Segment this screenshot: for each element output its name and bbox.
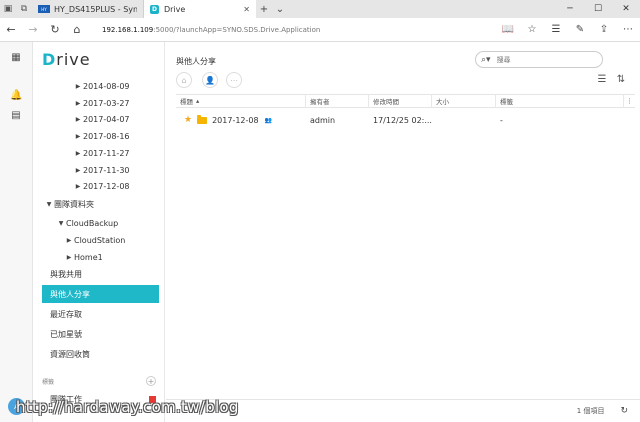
search-box[interactable]: ⌕▾ bbox=[475, 51, 603, 68]
more-actions-button[interactable]: ⋯ bbox=[226, 72, 242, 88]
tab-manager-icon[interactable]: ▣ bbox=[0, 0, 16, 18]
url-path: :5000/?launchApp=SYNO.SDS.Drive.Applicat… bbox=[153, 25, 321, 34]
notification-bell-icon[interactable]: 🔔 bbox=[10, 90, 22, 102]
nav-shared-with-others[interactable]: 與他人分享 bbox=[42, 285, 159, 303]
browser-tab-bar: ▣ ⧉ HY HY_DS415PLUS - Synology I D Drive… bbox=[0, 0, 640, 18]
close-tab-icon[interactable]: ✕ bbox=[243, 5, 250, 14]
nav-shared-with-me[interactable]: 與我共用 bbox=[42, 265, 159, 283]
tag-icon: ⌂ bbox=[181, 75, 187, 85]
tab-drive[interactable]: D Drive ✕ bbox=[144, 0, 256, 18]
tree-item-date[interactable]: ▶ 2014-08-09 bbox=[73, 79, 130, 93]
page-title: 與他人分享 bbox=[176, 57, 216, 66]
maximize-icon[interactable]: ☐ bbox=[584, 4, 612, 14]
chevron-down-icon[interactable]: ⌄ bbox=[272, 4, 288, 15]
table-row[interactable]: ★ 2017-12-08 👥 admin 17/12/25 02:... - bbox=[176, 112, 635, 128]
caret-right-icon: ▶ bbox=[75, 182, 81, 190]
cell-modified: 17/12/25 02:... bbox=[373, 115, 432, 125]
sort-asc-icon: ▴ bbox=[196, 97, 200, 105]
new-tab-button[interactable]: + bbox=[256, 4, 272, 15]
web-note-icon[interactable]: ✎ bbox=[568, 18, 592, 42]
tree-item-home1[interactable]: ▶ Home1 bbox=[64, 250, 103, 264]
drive-logo: Drive bbox=[42, 50, 91, 69]
caret-right-icon: ▶ bbox=[75, 132, 81, 140]
nav-recent[interactable]: 最近存取 bbox=[42, 305, 159, 323]
tab-synology[interactable]: HY HY_DS415PLUS - Synology I bbox=[32, 0, 144, 18]
caret-right-icon: ▶ bbox=[75, 99, 81, 107]
caret-right-icon: ▶ bbox=[66, 236, 72, 244]
main-content: 與他人分享 ⌕▾ ⌂ 👤 ⋯ ☰ ⇅ 標題▴ 擁有者 修改時間 大小 標籤 ⋮ … bbox=[166, 42, 640, 422]
drive-sidebar: Drive ▶ 2014-08-09 ▶ 2017-03-27 ▶ 2017-04-0… bbox=[33, 42, 165, 422]
col-header-name[interactable]: 標題 ▴ bbox=[176, 94, 306, 108]
close-window-icon[interactable]: ✕ bbox=[612, 4, 640, 14]
document-icon[interactable]: ▤ bbox=[10, 110, 22, 122]
url-host: 192.168.1.109 bbox=[102, 25, 154, 34]
share-icon[interactable]: ⇪ bbox=[592, 18, 616, 42]
address-bar: ← → ↻ ⌂ 192.168.1.109:5000/?launchApp=SY… bbox=[0, 18, 640, 42]
refresh-icon[interactable]: ↻ bbox=[44, 18, 66, 42]
search-input[interactable] bbox=[496, 55, 577, 64]
cell-labels: - bbox=[500, 115, 503, 125]
tree-item-date[interactable]: ▶ 2017-04-07 bbox=[73, 112, 130, 126]
sort-icon[interactable]: ⇅ bbox=[615, 74, 627, 86]
window-controls: ─ ☐ ✕ bbox=[556, 4, 640, 14]
search-icon[interactable]: ⌕▾ bbox=[481, 55, 491, 65]
more-icon: ⋯ bbox=[230, 75, 238, 85]
add-user-icon: 👤 bbox=[205, 75, 215, 85]
tree-item-date[interactable]: ▶ 2017-11-27 bbox=[73, 146, 130, 160]
col-header-size[interactable]: 大小 bbox=[432, 94, 496, 108]
caret-right-icon: ▶ bbox=[75, 166, 81, 174]
favorite-star-icon[interactable]: ☆ bbox=[520, 18, 544, 42]
home-icon[interactable]: ⌂ bbox=[66, 18, 88, 42]
table-header: 標題 ▴ 擁有者 修改時間 大小 標籤 ⋮ bbox=[176, 94, 635, 108]
drive-favicon-icon: D bbox=[150, 4, 159, 14]
labels-section-header: 標籤 + bbox=[42, 376, 156, 386]
labels-heading: 標籤 bbox=[42, 378, 55, 386]
back-icon[interactable]: ← bbox=[0, 18, 22, 42]
tree-item-date[interactable]: ▶ 2017-08-16 bbox=[73, 129, 130, 143]
minimize-icon[interactable]: ─ bbox=[556, 4, 584, 14]
folder-icon bbox=[197, 114, 208, 124]
col-header-labels[interactable]: 標籤 bbox=[496, 94, 624, 108]
reading-view-icon[interactable]: 📖 bbox=[496, 18, 520, 42]
star-icon[interactable]: ★ bbox=[184, 115, 192, 125]
caret-right-icon: ▶ bbox=[75, 149, 81, 157]
add-label-icon[interactable]: + bbox=[146, 376, 156, 386]
caret-down-icon: ▼ bbox=[58, 219, 64, 227]
cell-name: ★ 2017-12-08 👥 bbox=[184, 114, 273, 125]
caret-right-icon: ▶ bbox=[66, 253, 72, 261]
dsm-side-bar: ▦ 🔔 ▤ A bbox=[0, 42, 33, 422]
tab-title: HY_DS415PLUS - Synology I bbox=[54, 4, 137, 14]
synology-favicon-icon: HY bbox=[38, 5, 50, 13]
favorites-hub-icon[interactable]: ☰ bbox=[544, 18, 568, 42]
refresh-icon[interactable]: ↻ bbox=[620, 406, 628, 416]
col-header-owner[interactable]: 擁有者 bbox=[306, 94, 369, 108]
tree-item-cloudbackup[interactable]: ▼ CloudBackup bbox=[56, 216, 119, 230]
forward-icon[interactable]: → bbox=[22, 18, 44, 42]
column-options-icon[interactable]: ⋮ bbox=[624, 94, 635, 108]
tree-item-date[interactable]: ▶ 2017-03-27 bbox=[73, 96, 130, 110]
url-field[interactable]: 192.168.1.109:5000/?launchApp=SYNO.SDS.D… bbox=[102, 21, 484, 39]
tree-item-cloudstation[interactable]: ▶ CloudStation bbox=[64, 233, 126, 247]
more-options-icon[interactable]: ⋯ bbox=[616, 18, 640, 42]
tree-item-date[interactable]: ▶ 2017-11-30 bbox=[73, 163, 130, 177]
item-count: 1 個項目 bbox=[576, 407, 605, 415]
col-header-modified[interactable]: 修改時間 bbox=[369, 94, 432, 108]
tree-item-date[interactable]: ▶ 2017-12-08 bbox=[73, 179, 130, 193]
nav-recycle-bin[interactable]: 資源回收筒 bbox=[42, 345, 159, 363]
tab-aside-icon[interactable]: ⧉ bbox=[16, 0, 32, 18]
watermark: http://hardaway.com.tw/blog bbox=[16, 398, 239, 416]
list-view-icon[interactable]: ☰ bbox=[596, 74, 608, 86]
add-user-button[interactable]: 👤 bbox=[202, 72, 218, 88]
caret-right-icon: ▶ bbox=[75, 82, 81, 90]
tab-title: Drive bbox=[164, 4, 186, 14]
tag-button[interactable]: ⌂ bbox=[176, 72, 192, 88]
main-menu-icon[interactable]: ▦ bbox=[10, 52, 22, 64]
nav-starred[interactable]: 已加星號 bbox=[42, 325, 159, 343]
tree-item-team-folder[interactable]: ▼ 團隊資料夾 bbox=[44, 197, 94, 211]
shared-users-icon: 👥 bbox=[264, 116, 273, 124]
caret-down-icon: ▼ bbox=[46, 200, 52, 208]
cell-owner: admin bbox=[310, 115, 336, 125]
caret-right-icon: ▶ bbox=[75, 115, 81, 123]
